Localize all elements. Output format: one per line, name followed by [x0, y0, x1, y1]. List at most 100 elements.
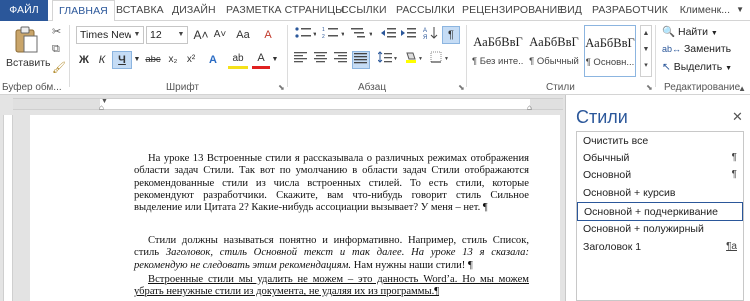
sort-icon[interactable]: AЯ	[422, 26, 440, 44]
style-no-spacing[interactable]: АаБбВвГ ¶ Без инте...	[472, 25, 524, 77]
style-item-body[interactable]: Основной ¶	[577, 166, 743, 185]
styles-pane-title: Стили	[576, 107, 628, 127]
bold-button[interactable]: Ж	[76, 51, 92, 69]
svg-text:2: 2	[322, 34, 325, 40]
more-icon[interactable]: ▾	[641, 58, 651, 74]
style-item-label: Основной + полужирный	[583, 223, 704, 235]
chevron-down-icon[interactable]: ▼	[641, 42, 651, 58]
clear-formatting-button[interactable]: A	[258, 26, 278, 44]
paste-label: Вставить	[6, 57, 51, 69]
dialog-launcher-icon[interactable]: ⬊	[458, 83, 465, 92]
styles-pane: Стили ✕ Очистить все Обычный ¶ Основной …	[565, 95, 750, 301]
paragraph-3[interactable]: Встроенные стили мы удалить не можем – э…	[134, 274, 529, 299]
collapse-ribbon-icon[interactable]: ▲	[738, 84, 746, 93]
chevron-down-icon: ▼	[725, 65, 733, 72]
svg-text:Я: Я	[423, 35, 427, 40]
style-item-label: Обычный	[583, 152, 630, 164]
show-marks-button[interactable]: ¶	[442, 26, 460, 44]
text-effects-button[interactable]: A	[204, 51, 222, 69]
line-spacing-icon[interactable]: ▼	[376, 51, 400, 69]
paragraph-2[interactable]: Стили должны называться понятно и информ…	[134, 235, 529, 272]
tab-layout[interactable]: РАЗМЕТКА СТРАНИЦЫ	[226, 0, 345, 21]
user-name[interactable]: Клименк...	[680, 0, 730, 21]
grow-font-button[interactable]: A˄	[192, 26, 210, 44]
justify-icon[interactable]	[352, 51, 370, 69]
align-left-icon[interactable]	[292, 51, 310, 69]
linked-style-icon: ¶a	[726, 241, 737, 252]
paste-button[interactable]: Вставить	[6, 24, 51, 76]
chevron-down-icon[interactable]: ▼	[175, 27, 187, 43]
ribbon-home: Вставить ✂ ⧉ 🖌 Буфер обм... Times New F …	[0, 21, 750, 95]
increase-indent-icon[interactable]	[400, 26, 418, 44]
multilevel-list-icon[interactable]: ▼	[348, 26, 374, 44]
chevron-up-icon[interactable]: ▲	[641, 26, 651, 42]
style-item-heading-1[interactable]: Заголовок 1 ¶a	[577, 238, 743, 257]
chevron-down-icon[interactable]: ▼	[133, 51, 141, 69]
font-size-combo[interactable]: 12 ▼	[146, 26, 188, 44]
font-name-combo[interactable]: Times New F ▼	[76, 26, 144, 44]
paragraph-1[interactable]: На уроке 13 Встроенные стили я рассказыв…	[134, 153, 529, 214]
style-item-label: Основной	[583, 169, 632, 181]
select-button[interactable]: ↖ Выделить ▼	[662, 61, 732, 77]
strikethrough-button[interactable]: abc	[143, 51, 163, 69]
styles-group-label: Стили	[546, 82, 575, 93]
svg-text:1: 1	[322, 27, 325, 33]
shrink-font-button[interactable]: A˅	[211, 26, 229, 44]
paragraph-mark-icon: ¶	[731, 152, 737, 163]
ruler-text-area	[100, 99, 530, 109]
editing-group: 🔍 Найти ▼ ab↔ Заменить ↖ Выделить ▼ Реда…	[656, 21, 750, 95]
cut-icon[interactable]: ✂	[52, 25, 61, 38]
shading-icon[interactable]: ▼	[402, 51, 426, 69]
chevron-down-icon[interactable]: ▼	[736, 0, 744, 20]
tab-mailings[interactable]: РАССЫЛКИ	[396, 0, 455, 21]
highlight-button[interactable]: ab	[228, 51, 248, 69]
document-page[interactable]: На уроке 13 Встроенные стили я рассказыв…	[30, 115, 560, 301]
style-name: ¶ Основн...	[585, 57, 635, 68]
style-item-label: Основной + курсив	[583, 187, 676, 199]
svg-text:▼: ▼	[444, 56, 449, 62]
borders-icon[interactable]: ▼	[428, 51, 452, 69]
search-icon: 🔍	[662, 26, 676, 38]
bullets-icon[interactable]: ▼	[292, 26, 318, 44]
gallery-scroll[interactable]: ▲ ▼ ▾	[640, 25, 652, 77]
style-item-body-italic[interactable]: Основной + курсив	[577, 184, 743, 203]
underline-button[interactable]: Ч	[112, 51, 132, 69]
align-right-icon[interactable]	[332, 51, 350, 69]
horizontal-ruler[interactable]: ▼ ⌂ ⌂	[13, 98, 563, 112]
dialog-launcher-icon[interactable]: ⬊	[646, 83, 653, 92]
chevron-down-icon[interactable]: ▼	[271, 51, 279, 69]
svg-text:▼: ▼	[340, 32, 344, 38]
chevron-down-icon[interactable]: ▼	[131, 27, 143, 43]
font-size-value: 12	[150, 29, 162, 41]
style-item-body-bold[interactable]: Основной + полужирный	[577, 220, 743, 239]
copy-icon[interactable]: ⧉	[52, 43, 60, 56]
subscript-button[interactable]: x₂	[165, 51, 181, 69]
align-center-icon[interactable]	[312, 51, 330, 69]
style-body-text[interactable]: АаБбВвГ ¶ Основн...	[584, 25, 636, 77]
superscript-button[interactable]: x²	[183, 51, 199, 69]
tab-review[interactable]: РЕЦЕНЗИРОВАНИЕ	[462, 0, 564, 21]
decrease-indent-icon[interactable]	[380, 26, 398, 44]
vertical-ruler[interactable]	[3, 115, 13, 301]
numbering-icon[interactable]: 1 2 ▼	[320, 26, 346, 44]
tab-references[interactable]: ССЫЛКИ	[341, 0, 387, 21]
replace-button[interactable]: ab↔ Заменить	[662, 43, 731, 59]
close-icon[interactable]: ✕	[732, 109, 743, 125]
tab-home[interactable]: ГЛАВНАЯ	[52, 0, 115, 22]
tab-file[interactable]: ФАЙЛ	[0, 0, 48, 21]
italic-button[interactable]: К	[94, 51, 110, 69]
right-indent-marker[interactable]: ⌂	[527, 103, 532, 112]
style-normal[interactable]: АаБбВвГ ¶ Обычный	[528, 25, 580, 77]
dialog-launcher-icon[interactable]: ⬊	[278, 83, 285, 92]
hanging-indent-marker[interactable]: ⌂	[99, 103, 104, 112]
format-painter-icon[interactable]: 🖌	[52, 61, 66, 74]
find-button[interactable]: 🔍 Найти ▼	[662, 25, 718, 41]
change-case-button[interactable]: Aa	[232, 26, 254, 44]
styles-group: АаБбВвГ ¶ Без инте... АаБбВвГ ¶ Обычный …	[468, 21, 656, 95]
tab-insert[interactable]: ВСТАВКА	[116, 0, 164, 21]
tab-design[interactable]: ДИЗАЙН	[172, 0, 216, 21]
tab-view[interactable]: ВИД	[560, 0, 582, 21]
font-color-button[interactable]: A	[252, 51, 270, 69]
style-item-body-underline[interactable]: Основной + подчеркивание	[577, 202, 743, 221]
tab-developer[interactable]: РАЗРАБОТЧИК	[592, 0, 668, 21]
